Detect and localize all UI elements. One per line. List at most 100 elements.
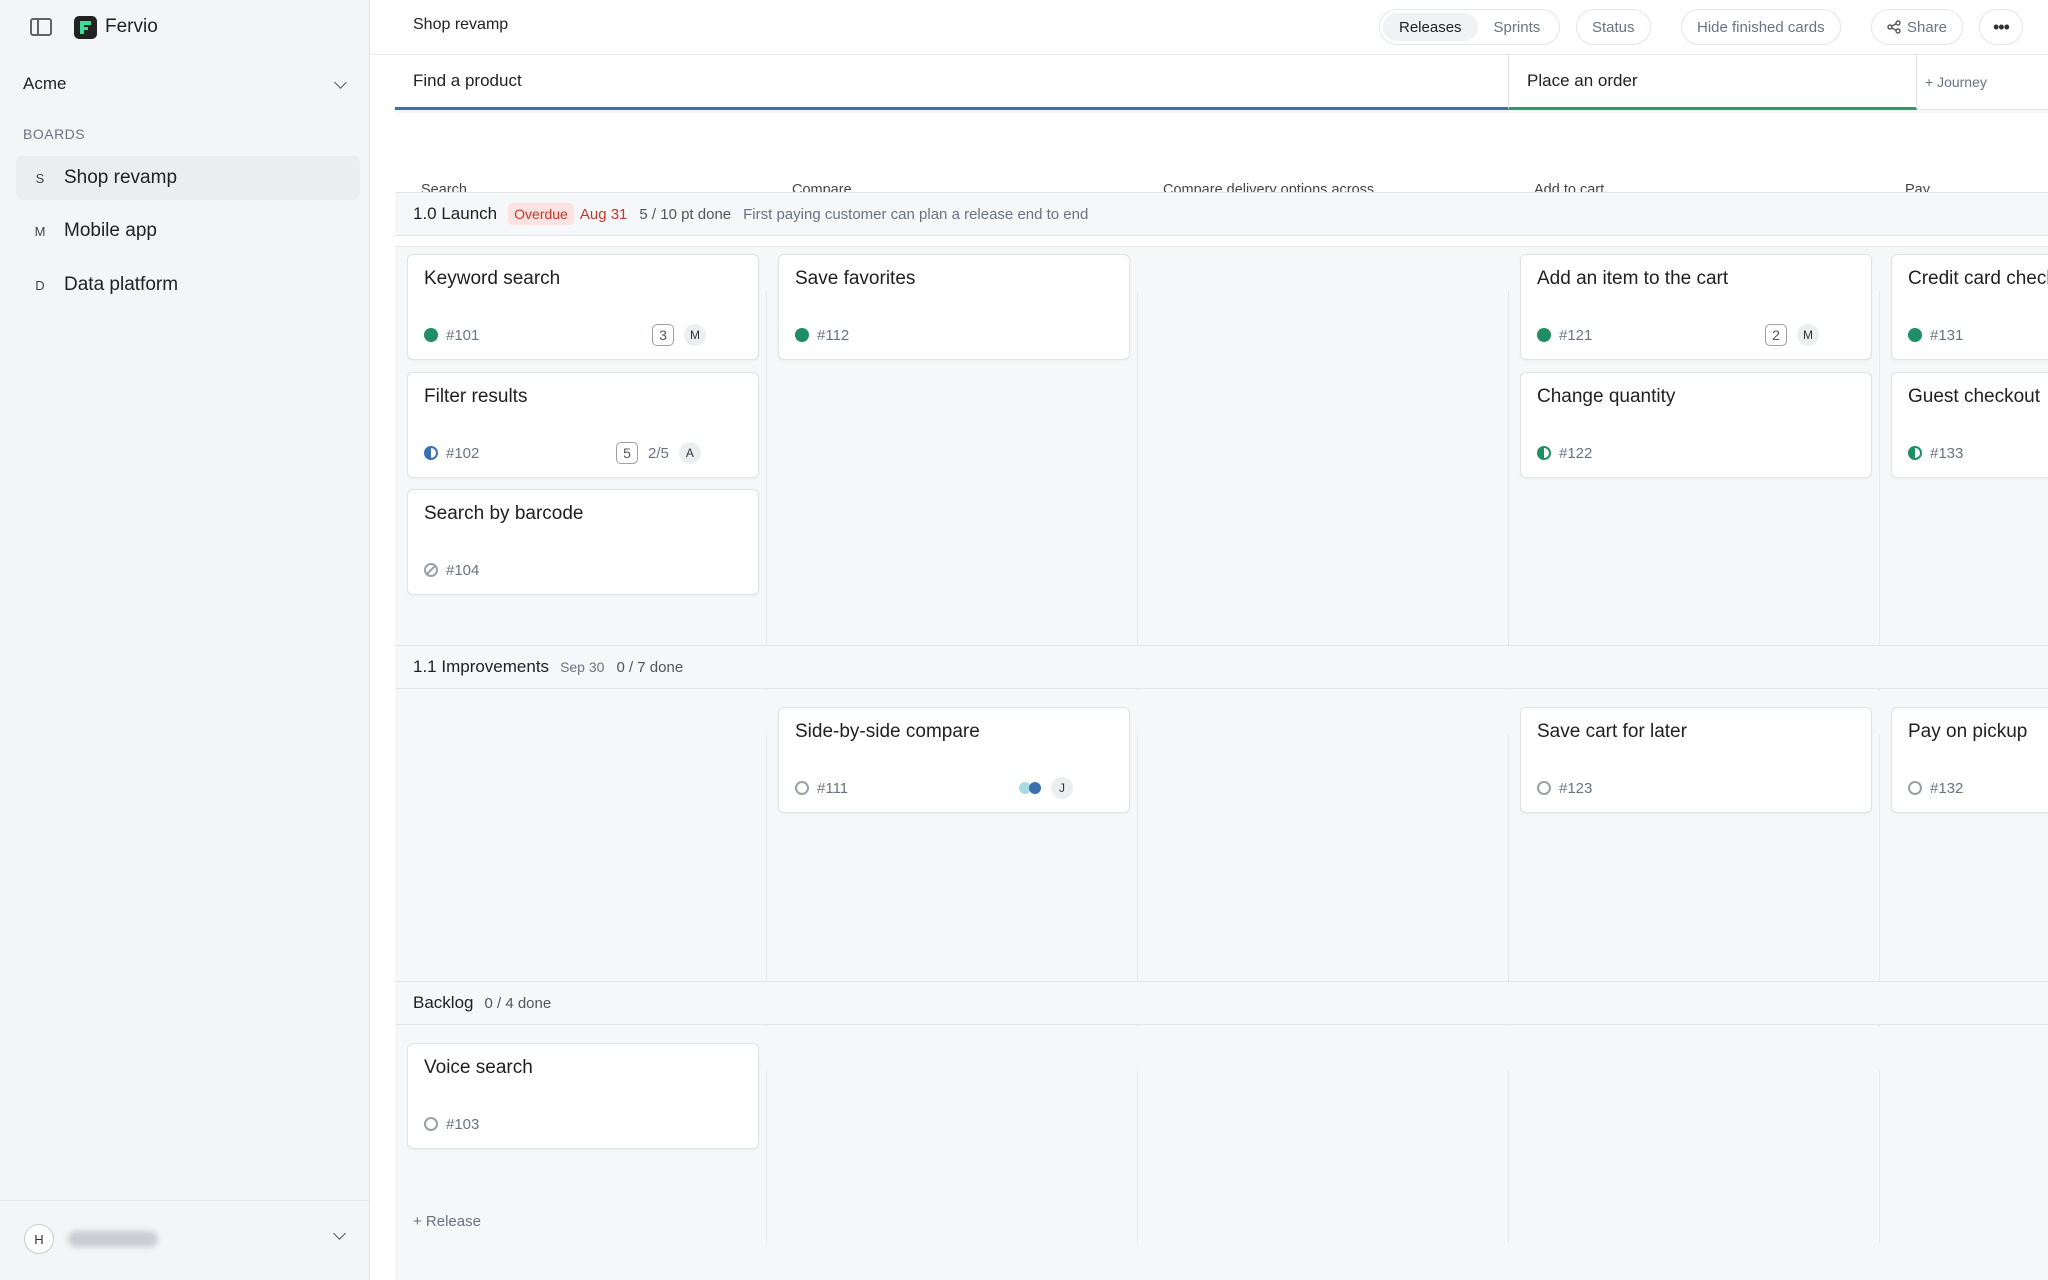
release-name: 1.0 Launch: [413, 204, 498, 223]
assignee-avatar: A: [678, 442, 701, 464]
status-todo-icon: [795, 781, 809, 795]
release-progress: 0 / 4 done: [484, 994, 552, 1012]
release-date: Aug 31: [579, 205, 628, 223]
workspace-name: Acme: [23, 74, 67, 93]
card[interactable]: Pay on pickup #132: [1891, 707, 2048, 813]
board-initial: S: [35, 170, 45, 186]
user-menu[interactable]: H: [0, 1200, 370, 1280]
card[interactable]: Search by barcode #104: [407, 489, 759, 595]
board-name: Mobile app: [64, 220, 157, 241]
journey-header-place-an-order[interactable]: Place an order: [1509, 55, 1917, 110]
release-name: Backlog: [413, 993, 474, 1012]
boards-section-label: BOARDS: [23, 126, 86, 142]
status-done-icon: [795, 328, 809, 342]
step-compare[interactable]: Compare: [772, 113, 1143, 201]
card-title: Side-by-side compare: [795, 721, 980, 742]
release-description: First paying customer can plan a release…: [743, 205, 1089, 223]
sidebar-header: Fervio: [30, 14, 158, 40]
column-divider: [1508, 1071, 1509, 1243]
card[interactable]: Filter results #102 5 2/5 A: [407, 372, 759, 478]
step-pay[interactable]: Pay: [1885, 113, 2048, 201]
linked-status-dot: [1029, 782, 1041, 794]
card-title: Pay on pickup: [1908, 721, 2028, 742]
card-id: #103: [446, 1115, 480, 1133]
view-sprints-button[interactable]: Sprints: [1478, 13, 1557, 41]
card[interactable]: Change quantity #122: [1520, 372, 1872, 478]
card-id: #121: [1559, 326, 1593, 344]
card[interactable]: Guest checkout #133: [1891, 372, 2048, 478]
assignee-avatar: M: [684, 324, 706, 346]
board-name: Shop revamp: [64, 167, 178, 188]
card-id: #132: [1930, 779, 1964, 797]
release-header-1-1-improvements[interactable]: 1.1 Improvements Sep 30 0 / 7 done: [395, 645, 2048, 689]
overdue-badge: Overdue: [508, 203, 574, 225]
card-title: Keyword search: [424, 268, 561, 289]
step-search[interactable]: Search: [401, 113, 772, 201]
status-todo-icon: [1537, 781, 1551, 795]
release-progress: 5 / 10 pt done: [639, 205, 732, 223]
column-divider: [766, 1071, 767, 1243]
card-id: #102: [446, 444, 480, 462]
card-title: Add an item to the cart: [1537, 268, 1729, 289]
card-title: Save favorites: [795, 268, 916, 289]
add-release-button[interactable]: + Release: [413, 1213, 481, 1230]
status-in-progress-icon: [1537, 446, 1551, 460]
status-cancelled-icon: [424, 563, 438, 577]
card-title: Filter results: [424, 386, 528, 407]
sidebar-item-mobile-app[interactable]: M Mobile app: [16, 209, 360, 253]
board-initial: D: [35, 277, 45, 293]
chevron-down-icon: [333, 1227, 346, 1240]
card-title: Guest checkout: [1908, 386, 2041, 407]
points-badge: 2: [1765, 324, 1787, 346]
release-progress: 0 / 7 done: [616, 658, 684, 676]
app-name: Fervio: [105, 16, 158, 37]
sidebar-item-shop-revamp[interactable]: S Shop revamp: [16, 156, 360, 200]
workspace-switcher[interactable]: Acme: [23, 70, 353, 98]
add-journey-button[interactable]: + Journey: [1917, 55, 2048, 110]
card-title: Change quantity: [1537, 386, 1676, 407]
points-badge: 5: [616, 442, 638, 464]
share-button[interactable]: Share: [1871, 9, 1964, 45]
journey-header-find-a-product[interactable]: Find a product: [395, 55, 1509, 110]
card[interactable]: Add an item to the cart #121 2 M: [1520, 254, 1872, 360]
card[interactable]: Credit card checkout #131: [1891, 254, 2048, 360]
status-todo-icon: [424, 1117, 438, 1131]
card[interactable]: Save favorites #112: [778, 254, 1130, 360]
release-header-1-0-launch[interactable]: 1.0 Launch Overdue Aug 31 5 / 10 pt done…: [395, 192, 2048, 236]
card-id: #101: [446, 326, 480, 344]
view-releases-button[interactable]: Releases: [1383, 13, 1478, 41]
board-name: Data platform: [64, 274, 179, 295]
status-done-icon: [424, 328, 438, 342]
card[interactable]: Side-by-side compare #111 J: [778, 707, 1130, 813]
user-avatar: H: [24, 1224, 54, 1254]
card[interactable]: Voice search #103: [407, 1043, 759, 1149]
board-initial: M: [34, 223, 46, 239]
card-title: Voice search: [424, 1057, 533, 1078]
status-todo-icon: [1908, 781, 1922, 795]
column-divider: [1508, 291, 1509, 691]
sidebar-toggle-icon[interactable]: [30, 18, 52, 36]
column-divider: [766, 291, 767, 691]
step-add-to-cart[interactable]: Add to cart: [1514, 113, 1885, 201]
column-divider: [1879, 291, 1880, 691]
main-area: Shop revamp Releases Sprints Status Hide…: [371, 0, 2048, 1280]
release-header-backlog[interactable]: Backlog 0 / 4 done: [395, 981, 2048, 1025]
points-badge: 3: [652, 324, 674, 346]
topbar: Shop revamp Releases Sprints Status Hide…: [371, 0, 2048, 55]
view-toggle: Releases Sprints: [1379, 9, 1561, 45]
share-label: Share: [1907, 18, 1948, 36]
status-done-icon: [1537, 328, 1551, 342]
card[interactable]: Keyword search #101 3 M: [407, 254, 759, 360]
chevron-down-icon: [334, 75, 347, 89]
sidebar-item-data-platform[interactable]: D Data platform: [16, 263, 360, 307]
user-name-redacted: [68, 1231, 158, 1247]
column-divider: [1137, 1071, 1138, 1243]
card[interactable]: Save cart for later #123: [1520, 707, 1872, 813]
more-options-button[interactable]: •••: [1979, 9, 2023, 45]
hide-finished-cards-button[interactable]: Hide finished cards: [1681, 9, 1841, 45]
status-in-progress-icon: [424, 446, 438, 460]
card-id: #122: [1559, 444, 1593, 462]
status-in-progress-icon: [1908, 446, 1922, 460]
column-divider: [1137, 291, 1138, 691]
status-button[interactable]: Status: [1576, 9, 1651, 45]
